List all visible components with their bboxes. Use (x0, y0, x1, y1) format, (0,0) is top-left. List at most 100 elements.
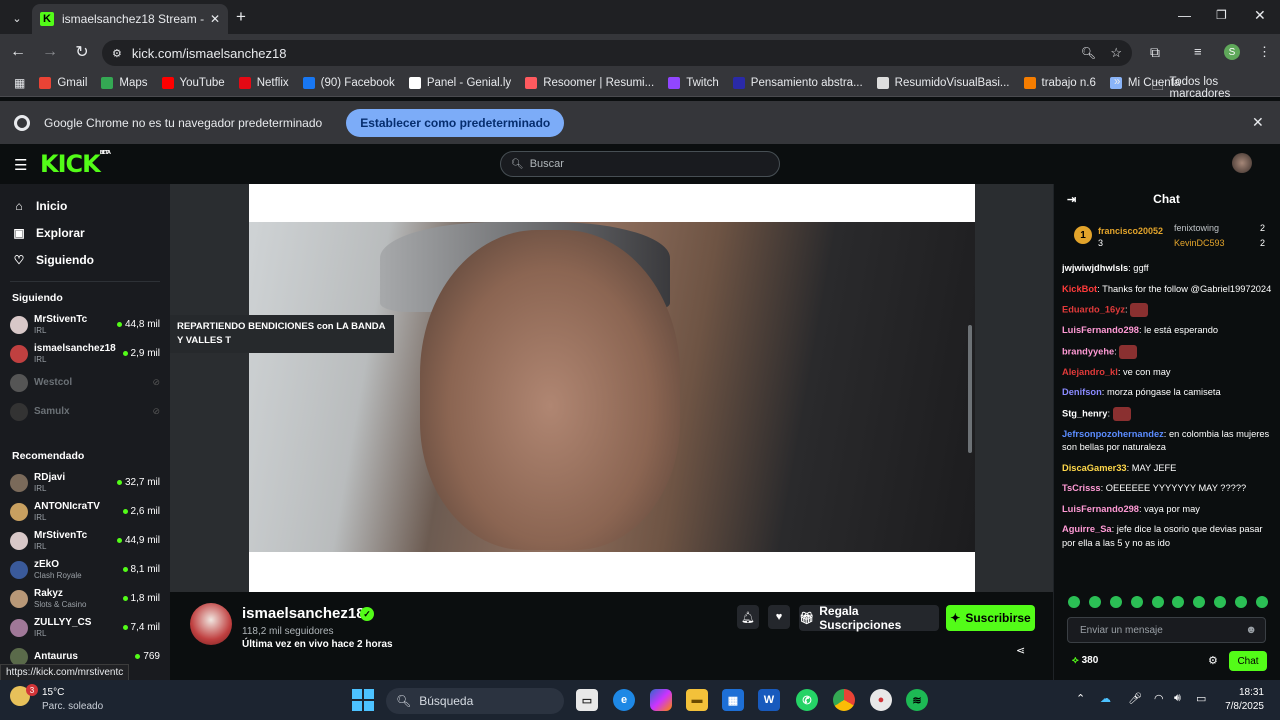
chat-username[interactable]: TsCrisss (1062, 483, 1101, 493)
bookmark-item[interactable]: Netflix (238, 77, 289, 89)
bookmark-item[interactable]: (90) Facebook (302, 77, 395, 89)
volume-icon[interactable]: 🔊︎ (1174, 692, 1181, 705)
task-view-icon[interactable]: ▭ (576, 689, 598, 711)
clock-date[interactable]: 7/8/2025 (1212, 701, 1264, 712)
reload-icon[interactable]: ↻ (68, 38, 96, 66)
close-window-button[interactable]: ✕ (1254, 7, 1266, 24)
bookmark-item[interactable]: YouTube (161, 77, 225, 89)
bookmark-item[interactable]: Gmail (39, 77, 87, 89)
tab-active[interactable]: K ismaelsanchez18 Stream - Watc ✕ (32, 4, 228, 34)
page-scrollbar[interactable] (968, 325, 972, 453)
chat-send-button[interactable]: Chat (1229, 651, 1267, 671)
channel-item[interactable]: ismaelsanchez18 IRL 2,9 mil (0, 339, 170, 368)
bookmark-item[interactable]: ResumidoVisualBasi... (876, 77, 1010, 89)
start-windows-icon[interactable] (352, 689, 374, 711)
chat-username[interactable]: Jefrsonpozohernandez (1062, 429, 1164, 439)
new-tab-button[interactable]: + (236, 7, 246, 27)
chat-username[interactable]: LuisFernando298 (1062, 504, 1139, 514)
file-explorer-icon[interactable]: ▬ (686, 689, 708, 711)
word-icon[interactable]: W (758, 689, 780, 711)
bookmark-item[interactable]: trabajo n.6 (1023, 77, 1096, 89)
sidebar-nav-item[interactable]: ▣ Explorar (0, 219, 170, 246)
emote-icon[interactable] (1130, 596, 1143, 608)
channel-item[interactable]: Rakyz Slots & Casino 1,8 mil (0, 584, 170, 613)
channel-item[interactable]: ANTONIcraTV IRL 2,6 mil (0, 497, 170, 526)
tab-close-icon[interactable]: ✕ (210, 12, 220, 26)
zoom-icon[interactable]: 🔍︎ (1081, 46, 1096, 60)
emote-icon[interactable] (1151, 596, 1164, 608)
chat-username[interactable]: Stg_henry (1062, 408, 1107, 418)
chat-username[interactable]: Alejandro_kl (1062, 367, 1118, 377)
maximize-button[interactable]: ❐ (1216, 8, 1227, 22)
subscribe-button[interactable]: ✦ Suscribirse (946, 605, 1035, 631)
leader-2-name[interactable]: fenixtowing (1174, 223, 1219, 233)
leader-3-name[interactable]: KevinDC593 (1174, 238, 1225, 248)
channel-item[interactable]: MrStivenTc IRL 44,9 mil (0, 526, 170, 555)
bookmark-item[interactable]: Maps (101, 77, 148, 89)
apps-grid-icon[interactable]: ▦ (14, 76, 25, 90)
chat-input[interactable]: Enviar un mensaje ☻ (1067, 617, 1266, 643)
kick-logo[interactable]: KICKBETA (40, 150, 111, 178)
emote-icon[interactable] (1235, 596, 1247, 608)
gift-subscriptions-button[interactable]: 🎁︎ Regala Suscripciones (799, 604, 939, 632)
chat-username[interactable]: KickBot (1062, 284, 1097, 294)
clock-time[interactable]: 18:31 (1226, 687, 1264, 698)
set-default-button[interactable]: Establecer como predeterminado (346, 108, 565, 137)
sidebar-nav-item[interactable]: ♡ Siguiendo (0, 246, 170, 273)
app-icon[interactable]: ● (870, 689, 892, 711)
collapse-chat-icon[interactable]: ⇥ (1067, 193, 1076, 206)
more-bookmarks-chevron[interactable]: » (1114, 76, 1120, 88)
chat-username[interactable]: Denifson (1062, 387, 1102, 397)
minimize-button[interactable]: — (1178, 8, 1191, 23)
back-arrow-icon[interactable]: ← (4, 38, 32, 66)
channel-points[interactable]: ⟡ 380 (1072, 655, 1098, 666)
user-avatar[interactable] (1232, 153, 1252, 173)
chat-username[interactable]: DiscaGamer33 (1062, 463, 1127, 473)
channel-item[interactable]: Samulx ⊘ (0, 397, 170, 426)
forward-arrow-icon[interactable]: → (36, 38, 64, 66)
taskbar-search[interactable]: 🔍︎ Búsqueda (386, 688, 564, 714)
address-bar[interactable]: ⚙ kick.com/ismaelsanchez18 🔍︎ ☆ (102, 40, 1132, 66)
channel-item[interactable]: zEkO Clash Royale 8,1 mil (0, 555, 170, 584)
channel-item[interactable]: ZULLYY_CS IRL 7,4 mil (0, 613, 170, 642)
emote-icon[interactable] (1193, 596, 1206, 608)
onedrive-icon[interactable]: ☁ (1100, 692, 1111, 705)
emote-icon[interactable] (1088, 596, 1101, 608)
battery-icon[interactable]: ▭ (1196, 692, 1206, 705)
chrome-menu-icon[interactable]: ⋮ (1258, 44, 1271, 60)
emoji-picker-icon[interactable]: ☻ (1245, 624, 1257, 636)
channel-item[interactable]: RDjavi IRL 32,7 mil (0, 468, 170, 497)
share-icon[interactable]: ⋖ (1016, 644, 1025, 657)
chrome-taskbar-icon[interactable] (833, 689, 855, 711)
microphone-icon[interactable]: 🎤︎ (1128, 692, 1142, 705)
notification-bell-button[interactable]: 🔔︎ (737, 605, 759, 629)
hamburger-menu-icon[interactable]: ☰ (14, 156, 27, 174)
leader-1-name[interactable]: francisco20052 (1098, 226, 1163, 236)
bookmark-item[interactable]: Twitch (668, 77, 719, 89)
profile-avatar[interactable]: S (1224, 44, 1240, 60)
chat-username[interactable]: Aguirre_Sa (1062, 524, 1112, 534)
emote-icon[interactable] (1109, 596, 1122, 608)
chat-username[interactable]: jwjwiwjdhwlsls (1062, 263, 1128, 273)
streamer-name[interactable]: ismaelsanchez18 (242, 605, 365, 622)
media-control-icon[interactable]: ≡ (1194, 44, 1202, 59)
edge-icon[interactable]: e (613, 689, 635, 711)
all-bookmarks-folder[interactable]: 🗀 Todos los marcadores (1152, 76, 1280, 100)
bookmark-item[interactable]: Pensamiento abstra... (732, 77, 863, 89)
infobar-close-icon[interactable]: ✕ (1252, 114, 1264, 131)
search-input[interactable]: 🔍︎ Buscar (500, 151, 780, 177)
emote-icon[interactable] (1255, 596, 1268, 608)
emote-icon[interactable] (1214, 596, 1227, 608)
chat-username[interactable]: LuisFernando298 (1062, 325, 1139, 335)
bookmark-item[interactable]: Resoomer | Resumi... (525, 77, 654, 89)
streamer-avatar[interactable] (190, 603, 232, 645)
sidebar-nav-item[interactable]: ⌂ Inicio (0, 192, 170, 219)
whatsapp-icon[interactable]: ✆ (796, 689, 818, 711)
bookmark-star-icon[interactable]: ☆ (1110, 45, 1122, 61)
store-icon[interactable]: ▦ (722, 689, 744, 711)
emote-icon[interactable] (1172, 596, 1185, 608)
chat-settings-gear-icon[interactable]: ⚙ (1208, 654, 1218, 667)
wifi-icon[interactable]: ◠ (1154, 692, 1164, 705)
chat-username[interactable]: Eduardo_16yz (1062, 304, 1125, 314)
channel-item[interactable]: MrStivenTc IRL 44,8 mil (0, 310, 170, 339)
